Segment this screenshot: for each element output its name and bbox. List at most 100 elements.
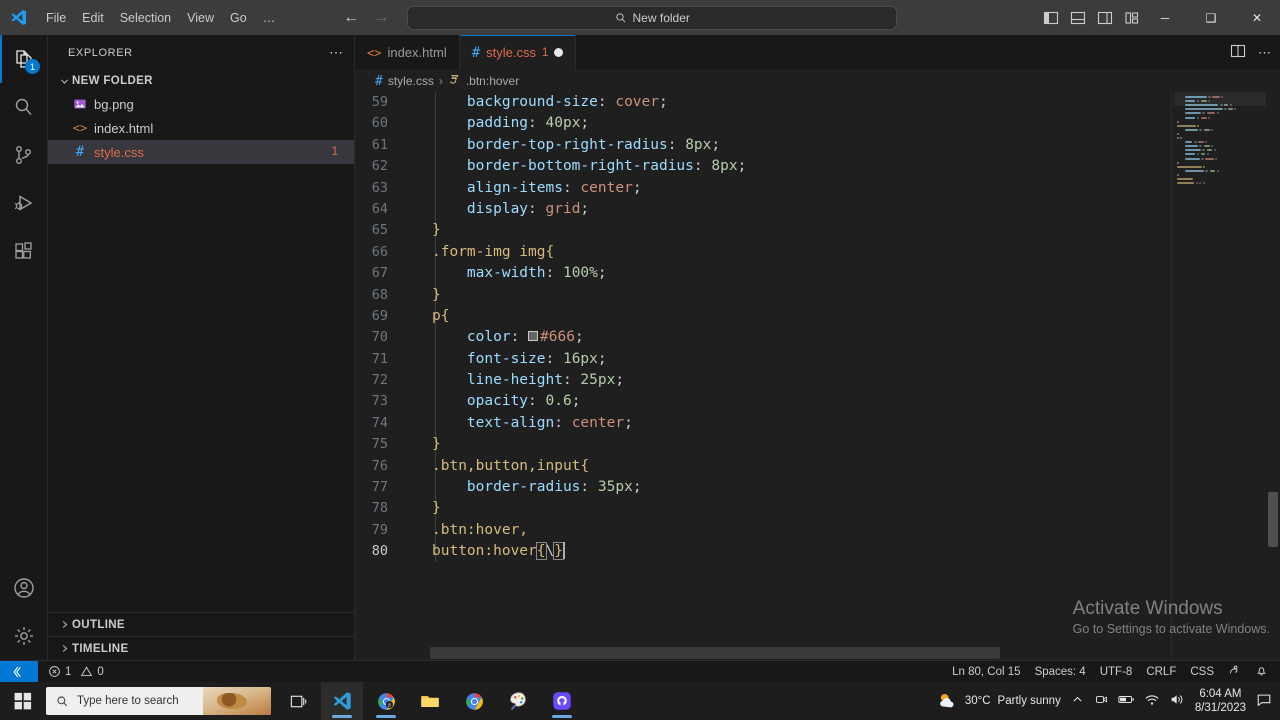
sidebar-panel-timeline[interactable]: TIMELINE xyxy=(48,636,355,660)
code-text[interactable]: } xyxy=(410,434,441,455)
task-view-icon[interactable] xyxy=(277,682,319,720)
code-text[interactable]: border-bottom-right-radius: 8px; xyxy=(410,156,746,177)
arrow-left-icon[interactable]: ← xyxy=(343,9,359,26)
code-line[interactable]: 64 display: grid; xyxy=(355,199,1280,220)
status-indentation[interactable]: Spaces: 4 xyxy=(1035,666,1086,678)
taskbar-app-vscode[interactable] xyxy=(321,682,363,720)
activity-item-search[interactable] xyxy=(0,83,48,131)
code-line[interactable]: 74 text-align: center; xyxy=(355,413,1280,434)
arrow-right-icon[interactable]: → xyxy=(373,9,389,26)
close-button[interactable]: ✕ xyxy=(1234,0,1280,35)
code-line[interactable]: 62 border-bottom-right-radius: 8px; xyxy=(355,156,1280,177)
taskbar-app-chrome-beta[interactable]: β xyxy=(365,682,407,720)
camera-icon[interactable] xyxy=(1094,692,1109,710)
file-item-index-html[interactable]: <> index.html xyxy=(48,116,354,140)
split-editor-right-icon[interactable] xyxy=(1230,43,1246,62)
activity-item-source-control[interactable] xyxy=(0,131,48,179)
status-eol[interactable]: CRLF xyxy=(1146,666,1176,678)
remote-window-icon[interactable] xyxy=(0,660,38,683)
chevron-up-icon[interactable] xyxy=(1071,693,1084,709)
command-center[interactable]: New folder xyxy=(407,5,898,30)
notification-icon[interactable] xyxy=(1256,692,1272,711)
code-text[interactable]: border-radius: 35px; xyxy=(410,477,642,498)
activity-item-explorer[interactable]: 1 xyxy=(0,35,48,83)
taskbar-clock[interactable]: 6:04 AM 8/31/2023 xyxy=(1195,687,1246,715)
file-item-style-css[interactable]: # style.css 1 xyxy=(48,140,354,164)
wifi-icon[interactable] xyxy=(1144,693,1160,710)
code-line[interactable]: 71 font-size: 16px; xyxy=(355,349,1280,370)
customize-layout-icon[interactable] xyxy=(1123,9,1140,26)
code-text[interactable]: color: #666; xyxy=(410,327,584,348)
volume-icon[interactable] xyxy=(1169,692,1185,710)
windows-start-icon[interactable] xyxy=(0,682,46,720)
menu-selection[interactable]: Selection xyxy=(112,6,179,30)
code-text[interactable]: p{ xyxy=(410,306,449,327)
code-text[interactable]: background-size: cover; xyxy=(410,92,668,113)
maximize-button[interactable]: ❑ xyxy=(1188,0,1234,35)
code-line[interactable]: 69 p{ xyxy=(355,306,1280,327)
taskbar-app-paint[interactable] xyxy=(497,682,539,720)
code-text[interactable]: text-align: center; xyxy=(410,413,633,434)
code-text[interactable]: display: grid; xyxy=(410,199,589,220)
menu-view[interactable]: View xyxy=(179,6,222,30)
code-line[interactable]: 73 opacity: 0.6; xyxy=(355,391,1280,412)
more-actions-icon[interactable]: ⋯ xyxy=(329,44,344,61)
minimap[interactable] xyxy=(1174,92,1266,660)
code-line[interactable]: 72 line-height: 25px; xyxy=(355,370,1280,391)
tab-style-css[interactable]: # style.css 1 xyxy=(459,35,577,70)
taskbar-search-box[interactable]: Type here to search xyxy=(46,687,271,715)
code-line[interactable]: 68} xyxy=(355,285,1280,306)
code-text[interactable]: button:hover{\} xyxy=(410,541,565,562)
code-line[interactable]: 78} xyxy=(355,498,1280,519)
code-text[interactable]: .btn,button,input{ xyxy=(410,456,589,477)
status-language-mode[interactable]: CSS xyxy=(1190,666,1214,678)
taskbar-app-chrome[interactable] xyxy=(453,682,495,720)
code-line[interactable]: 80 button:hover{\} xyxy=(355,541,1280,562)
toggle-secondary-sidebar-icon[interactable] xyxy=(1096,9,1113,26)
activity-item-settings[interactable] xyxy=(0,612,48,660)
code-text[interactable]: max-width: 100%; xyxy=(410,263,607,284)
editor-vertical-scrollbar[interactable] xyxy=(1266,92,1280,660)
code-text[interactable]: } xyxy=(410,498,441,519)
minimize-button[interactable]: ─ xyxy=(1142,0,1188,35)
status-problems[interactable]: 1 0 xyxy=(48,665,104,678)
activity-item-accounts[interactable] xyxy=(0,564,48,612)
code-line[interactable]: 63 align-items: center; xyxy=(355,178,1280,199)
activity-item-extensions[interactable] xyxy=(0,227,48,275)
file-item-bg-png[interactable]: bg.png xyxy=(48,92,354,116)
code-line[interactable]: 76 .btn,button,input{ xyxy=(355,456,1280,477)
code-line[interactable]: 67 max-width: 100%; xyxy=(355,263,1280,284)
code-text[interactable]: padding: 40px; xyxy=(410,113,589,134)
code-line[interactable]: 70 color: #666; xyxy=(355,327,1280,348)
menu-file[interactable]: File xyxy=(38,6,74,30)
status-cursor-position[interactable]: Ln 80, Col 15 xyxy=(952,666,1020,678)
taskbar-app-purple[interactable] xyxy=(541,682,583,720)
menu-go[interactable]: Go xyxy=(222,6,255,30)
menu-more[interactable]: … xyxy=(255,6,284,30)
scrollbar-thumb[interactable] xyxy=(1268,492,1278,547)
breadcrumb-symbol[interactable]: .btn:hover xyxy=(466,74,519,88)
toggle-primary-sidebar-icon[interactable] xyxy=(1042,9,1059,26)
code-text[interactable]: } xyxy=(410,285,441,306)
battery-icon[interactable] xyxy=(1118,692,1135,710)
code-line[interactable]: 66 .form-img img{ xyxy=(355,242,1280,263)
folder-root-new-folder[interactable]: NEW FOLDER xyxy=(48,70,354,92)
code-line[interactable]: 79 .btn:hover, xyxy=(355,520,1280,541)
code-line[interactable]: 61 border-top-right-radius: 8px; xyxy=(355,135,1280,156)
taskbar-app-file-explorer[interactable] xyxy=(409,682,451,720)
tab-dirty-indicator[interactable] xyxy=(554,48,564,57)
color-swatch[interactable] xyxy=(528,331,539,342)
editor-horizontal-scrollbar[interactable] xyxy=(430,647,1000,659)
tab-index-html[interactable]: <> index.html xyxy=(355,35,460,70)
code-line[interactable]: 65} xyxy=(355,220,1280,241)
code-text[interactable]: .form-img img{ xyxy=(410,242,554,263)
code-line[interactable]: 75} xyxy=(355,434,1280,455)
code-lines[interactable]: 59 background-size: cover; 60 padding: 40… xyxy=(355,92,1280,563)
code-line[interactable]: 60 padding: 40px; xyxy=(355,113,1280,134)
taskbar-weather-widget[interactable]: 30°C Partly sunny xyxy=(936,690,1061,712)
feedback-smiley-icon[interactable] xyxy=(1228,664,1241,680)
code-text[interactable]: .btn:hover, xyxy=(410,520,528,541)
code-editor[interactable]: 59 background-size: cover; 60 padding: 40… xyxy=(355,92,1280,660)
sidebar-panel-outline[interactable]: OUTLINE xyxy=(48,612,355,636)
code-line[interactable]: 59 background-size: cover; xyxy=(355,92,1280,113)
